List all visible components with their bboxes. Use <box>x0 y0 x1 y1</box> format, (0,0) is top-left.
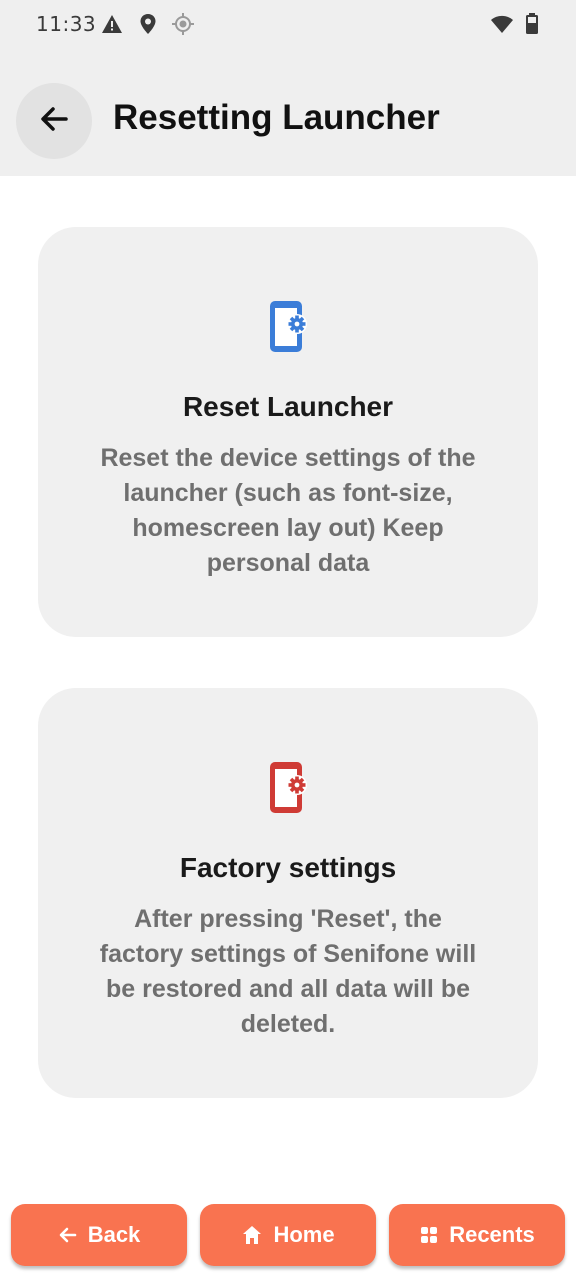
description-line: homescreen lay out) Keep <box>132 514 444 542</box>
header: Resetting Launcher <box>0 80 576 164</box>
grid-icon <box>419 1225 439 1245</box>
page-title: Resetting Launcher <box>113 98 440 137</box>
gps-icon <box>171 12 195 36</box>
location-pin-icon <box>136 12 160 36</box>
reset-launcher-card[interactable]: Reset Launcher Reset the device settings… <box>38 227 538 637</box>
factory-settings-card[interactable]: Factory settings After pressing 'Reset',… <box>38 688 538 1098</box>
battery-icon <box>520 12 544 36</box>
home-icon <box>241 1224 263 1246</box>
home-button[interactable]: Home <box>200 1204 376 1266</box>
description-line: be restored and all data will be <box>106 975 470 1003</box>
description-line: factory settings of Senifone will <box>99 940 477 968</box>
arrow-left-icon <box>36 101 72 141</box>
back-button[interactable]: Back <box>11 1204 187 1266</box>
warning-icon <box>100 12 124 36</box>
description-line: deleted. <box>240 1010 336 1038</box>
card-title: Reset Launcher <box>182 391 394 422</box>
description-line: Reset the device settings of the <box>100 444 476 472</box>
home-label: Home <box>273 1222 335 1247</box>
top-area: 11:33 Resetting Launcher <box>0 0 576 176</box>
card-description: Reset the device settings of the launche… <box>74 441 502 581</box>
recents-label: Recents <box>449 1222 535 1247</box>
phone-settings-icon <box>268 760 308 816</box>
description-line: After pressing 'Reset', the <box>134 905 442 933</box>
header-back-button[interactable] <box>16 83 92 159</box>
recents-button[interactable]: Recents <box>389 1204 565 1266</box>
back-label: Back <box>87 1222 141 1247</box>
description-line: launcher (such as font-size, <box>123 479 453 507</box>
wifi-icon <box>490 12 514 36</box>
status-time: 11:33 <box>36 12 97 36</box>
status-bar: 11:33 <box>0 0 576 48</box>
arrow-left-icon <box>58 1225 78 1245</box>
card-title: Factory settings <box>179 852 397 883</box>
card-description: After pressing 'Reset', the factory sett… <box>74 902 502 1042</box>
description-line: personal data <box>206 549 370 577</box>
phone-settings-icon <box>268 299 308 355</box>
